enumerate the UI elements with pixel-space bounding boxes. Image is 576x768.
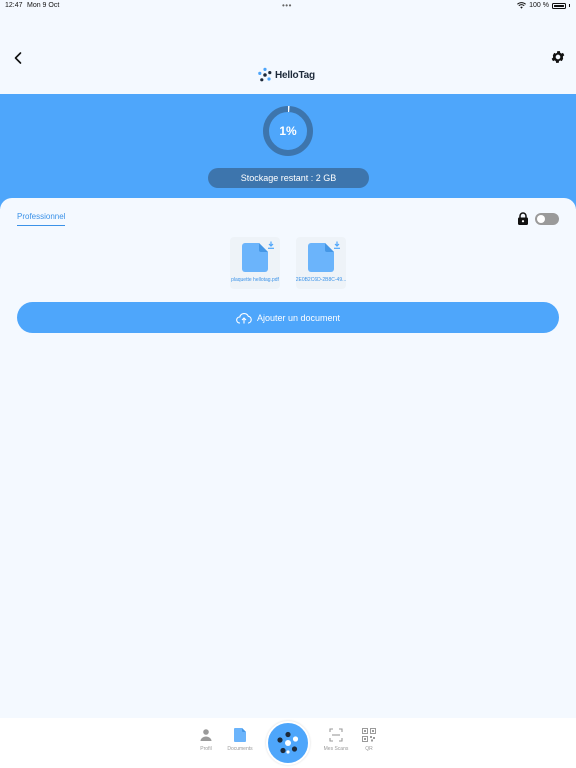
status-bar: 12:47 Mon 9 Oct ••• 100 % bbox=[0, 0, 576, 14]
document-file-icon bbox=[242, 243, 268, 272]
tab-qr[interactable]: QR bbox=[349, 726, 389, 762]
add-document-button[interactable]: Ajouter un document bbox=[17, 302, 559, 333]
toggle-knob bbox=[537, 215, 545, 223]
tab-documents[interactable]: Documents bbox=[220, 726, 260, 762]
usage-percent-label: 1% bbox=[279, 124, 297, 138]
storage-remaining-pill: Stockage restant : 2 GB bbox=[208, 168, 369, 188]
download-icon[interactable] bbox=[267, 241, 275, 249]
status-date: Mon 9 Oct bbox=[27, 2, 60, 9]
battery-percent: 100 % bbox=[529, 2, 549, 9]
battery-tip bbox=[569, 4, 570, 7]
privacy-toggle[interactable] bbox=[535, 213, 559, 225]
tab-label: QR bbox=[365, 746, 373, 752]
tab-label: Documents bbox=[227, 746, 253, 752]
status-time: 12:47 bbox=[5, 2, 23, 9]
header: HelloTag bbox=[0, 14, 576, 94]
storage-remaining-text: Stockage restant : 2 GB bbox=[240, 173, 337, 183]
hellotag-logo: HelloTag bbox=[257, 67, 315, 83]
gear-icon[interactable] bbox=[550, 49, 566, 65]
wifi-icon bbox=[517, 2, 527, 9]
tab-professionnel[interactable]: Professionnel bbox=[17, 212, 66, 226]
status-right: 100 % bbox=[517, 2, 570, 9]
person-icon bbox=[200, 729, 212, 741]
bottom-tab-bar: Profil Documents Mes Scans QR bbox=[0, 718, 576, 768]
logo-text: HelloTag bbox=[275, 69, 315, 81]
cloud-upload-icon bbox=[236, 312, 252, 324]
back-icon[interactable] bbox=[10, 50, 26, 66]
document-tile[interactable]: 2E0B2C6D-2B8C-49... bbox=[296, 237, 346, 289]
center-hellotag-button[interactable] bbox=[266, 721, 310, 765]
add-document-label: Ajouter un document bbox=[256, 312, 341, 323]
download-icon[interactable] bbox=[333, 241, 341, 249]
document-tile[interactable]: plaquette hellotag.pdf bbox=[230, 237, 280, 289]
document-file-icon bbox=[308, 243, 334, 272]
logo-mark-icon bbox=[258, 67, 272, 82]
documents-card: Professionnel plaquette hellotag.pdf 2E0… bbox=[0, 198, 576, 718]
scan-icon bbox=[329, 728, 343, 742]
multitask-dots[interactable]: ••• bbox=[282, 1, 292, 10]
lock-icon bbox=[518, 212, 528, 225]
battery-icon bbox=[552, 2, 566, 9]
qr-icon bbox=[362, 728, 376, 742]
document-icon bbox=[234, 728, 246, 742]
hellotag-mark-icon bbox=[277, 731, 299, 754]
document-name: plaquette hellotag.pdf bbox=[231, 277, 279, 283]
storage-banner: 1% Stockage restant : 2 GB bbox=[0, 94, 576, 209]
document-name: 2E0B2C6D-2B8C-49... bbox=[295, 277, 347, 283]
